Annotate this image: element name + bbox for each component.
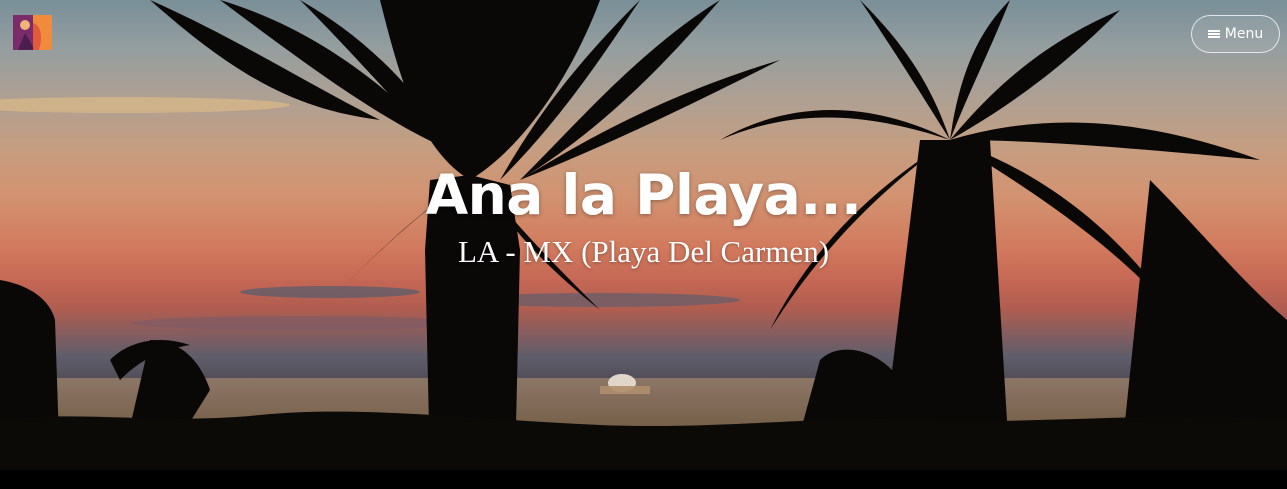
site-logo-icon (13, 15, 52, 50)
page-bottom-bar (0, 470, 1287, 489)
site-title[interactable]: Ana la Playa... (426, 160, 862, 230)
site-logo[interactable] (13, 15, 52, 50)
site-description: LA - MX (Playa Del Carmen) (457, 234, 830, 269)
site-branding: Ana la Playa... LA - MX (Playa Del Carme… (0, 160, 1287, 272)
menu-button[interactable]: Menu (1191, 15, 1280, 53)
hamburger-icon (1207, 29, 1220, 39)
menu-label: Menu (1224, 26, 1264, 42)
